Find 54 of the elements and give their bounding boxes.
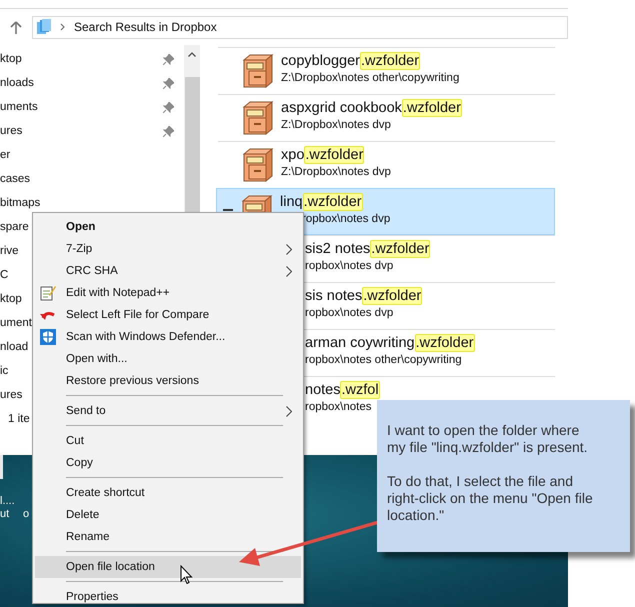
file-name: aspxgrid cookbook.wzfolder — [281, 100, 462, 117]
menu-item[interactable]: Rename — [35, 526, 301, 548]
file-path: Z:\Dropbox\notes dvp — [281, 166, 391, 178]
file-path: ropbox\notes — [305, 401, 372, 413]
file-path: ropbox\notes dvp — [305, 307, 394, 319]
shield-icon — [40, 329, 56, 345]
nav-item[interactable]: nloads — [0, 71, 184, 95]
address-path: Search Results in Dropbox — [74, 20, 217, 34]
file-name: sis2 notes.wzfolder — [305, 241, 430, 258]
menu-item[interactable]: Copy — [35, 452, 301, 474]
file-path: ropbox\notes dvp — [302, 213, 390, 225]
nav-item[interactable]: er — [0, 143, 184, 167]
file-name: notes.wzfol — [305, 382, 380, 399]
file-path: ropbox\notes other\copywriting — [305, 354, 463, 366]
file-path: Z:\Dropbox\notes other\copywriting — [281, 72, 460, 84]
cabinet-icon — [240, 54, 274, 88]
desktop-label: o — [23, 508, 30, 520]
address-bar[interactable]: Search Results in Dropbox — [32, 16, 568, 38]
undo-arrow-icon — [40, 309, 56, 321]
file-path: ropbox\notes dvp — [305, 260, 394, 272]
file-name: sis notes.wzfolder — [305, 288, 422, 305]
submenu-chevron-icon — [286, 266, 292, 276]
cabinet-icon — [240, 101, 274, 135]
result-row[interactable]: aspxgrid cookbook.wzfolder Z:\Dropbox\notes dvp — [218, 94, 555, 141]
callout-text: To do that, I select the file and right-click on the menu "Open file location." — [387, 473, 594, 524]
menu-item[interactable]: Open file location — [35, 556, 301, 578]
status-text: 1 ite — [8, 413, 31, 425]
menu-item[interactable]: Properties — [35, 586, 301, 607]
file-name: copyblogger.wzfolder — [281, 53, 422, 70]
up-arrow-icon[interactable] — [10, 20, 22, 34]
nav-item[interactable]: ures — [0, 119, 184, 143]
file-name: linq.wzfolder — [280, 194, 364, 211]
file-name: arman coywriting.wzfolder — [305, 335, 475, 352]
search-results-icon — [37, 19, 51, 35]
submenu-chevron-icon — [286, 244, 292, 254]
nav-item[interactable]: ktop — [0, 47, 184, 71]
nav-item[interactable]: uments — [0, 95, 184, 119]
chevron-icon — [60, 23, 65, 31]
cabinet-icon — [240, 148, 274, 182]
notepad-icon — [40, 285, 56, 301]
menu-item[interactable]: Delete — [35, 504, 301, 526]
menu-item[interactable]: Create shortcut — [35, 482, 301, 504]
submenu-chevron-icon — [286, 406, 292, 416]
menu-item[interactable]: Cut — [35, 430, 301, 452]
nav-item[interactable]: cases — [0, 167, 184, 191]
desktop-label: ut — [0, 508, 10, 520]
nav-item[interactable]: bitmaps — [0, 191, 184, 215]
desktop-label: l.... — [0, 495, 15, 507]
callout-text: I want to open the folder where my file "linq.wzfolder" is present. — [387, 422, 589, 456]
mouse-cursor-icon — [180, 565, 193, 585]
file-path: Z:\Dropbox\notes dvp — [281, 119, 392, 131]
scroll-up-icon[interactable] — [188, 52, 196, 57]
file-name: xpo.wzfolder — [281, 147, 366, 164]
result-row[interactable]: copyblogger.wzfolder Z:\Dropbox\notes other\copywriting — [218, 47, 555, 94]
